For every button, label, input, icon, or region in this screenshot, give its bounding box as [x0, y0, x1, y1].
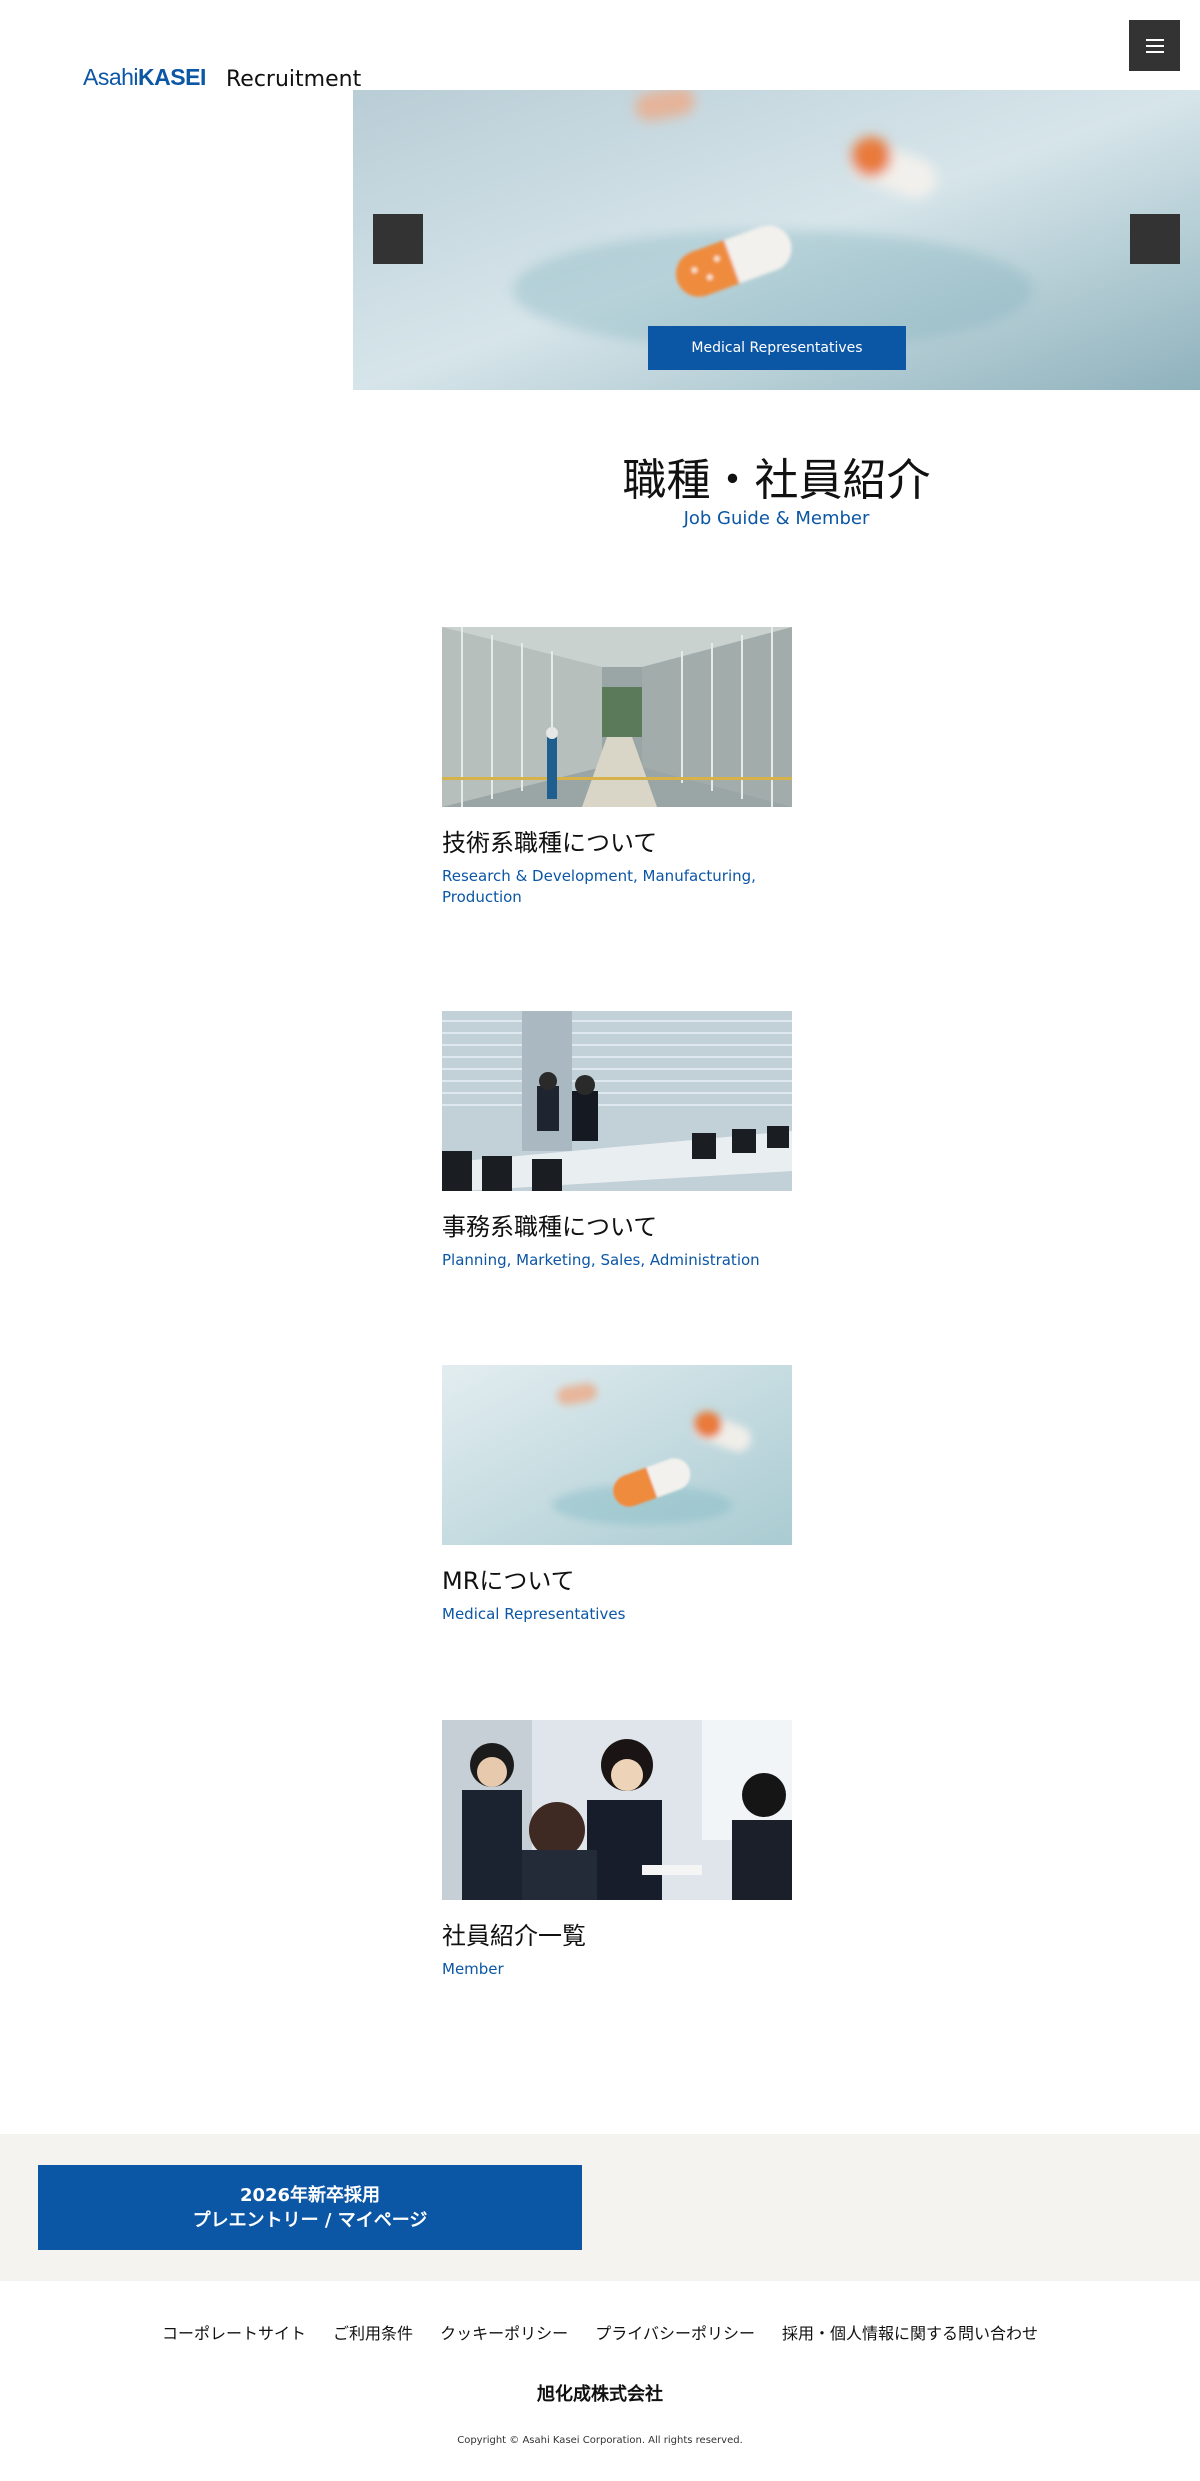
- card-member-list[interactable]: 社員紹介一覧 Member: [442, 1720, 792, 1980]
- card-subtitle: Medical Representatives: [442, 1605, 626, 1623]
- asahi-kasei-logo[interactable]: AsahiKASEI: [83, 64, 206, 91]
- card-title: MRについて: [442, 1567, 575, 1595]
- logo-text-kasei: KASEI: [138, 64, 206, 90]
- card-title: 技術系職種について: [442, 829, 658, 857]
- footer-links: コーポレートサイト ご利用条件 クッキーポリシー プライバシーポリシー 採用・個…: [0, 2320, 1200, 2344]
- copyright: Copyright © Asahi Kasei Corporation. All…: [457, 2435, 743, 2446]
- page-subtitle: Job Guide & Member: [683, 508, 870, 529]
- footer-link-cookie-policy[interactable]: クッキーポリシー: [440, 2324, 568, 2343]
- site-label: Recruitment: [226, 67, 362, 92]
- hero-caption-button[interactable]: Medical Representatives: [648, 326, 906, 370]
- menu-icon-bar: [1146, 51, 1164, 53]
- slider-next-button[interactable]: [1130, 214, 1180, 264]
- slider-prev-button[interactable]: [373, 214, 423, 264]
- pre-entry-mypage-button[interactable]: 2026年新卒採用 プレエントリー / マイページ: [38, 2165, 582, 2250]
- menu-icon-bar: [1146, 45, 1164, 47]
- meeting-room-photo: [442, 1011, 792, 1191]
- cta-line-2: プレエントリー / マイページ: [192, 2209, 428, 2231]
- card-subtitle: Research & Development, Manufacturing, P…: [442, 867, 756, 906]
- card-subtitle: Planning, Marketing, Sales, Administrati…: [442, 1251, 760, 1269]
- card-title: 事務系職種について: [442, 1213, 658, 1241]
- card-technical-jobs[interactable]: 技術系職種について Research & Development, Manufa…: [442, 627, 792, 908]
- footer-link-recruitment-inquiry[interactable]: 採用・個人情報に関する問い合わせ: [782, 2324, 1038, 2343]
- factory-photo: [442, 627, 792, 807]
- cta-line-1: 2026年新卒採用: [239, 2184, 381, 2206]
- footer-link-privacy-policy[interactable]: プライバシーポリシー: [595, 2324, 755, 2343]
- card-title: 社員紹介一覧: [442, 1922, 586, 1950]
- hamburger-menu-button[interactable]: [1129, 20, 1180, 71]
- page-title: 職種・社員紹介: [622, 455, 931, 506]
- card-subtitle: Member: [442, 1960, 504, 1978]
- footer-link-terms-of-use[interactable]: ご利用条件: [333, 2324, 413, 2343]
- footer-link-corporate-site[interactable]: コーポレートサイト: [162, 2324, 306, 2343]
- hero-slider: Medical Representatives: [353, 90, 1200, 390]
- card-mr[interactable]: MRについて Medical Representatives: [442, 1365, 792, 1625]
- card-administrative-jobs[interactable]: 事務系職種について Planning, Marketing, Sales, Ad…: [442, 1011, 792, 1271]
- company-name: 旭化成株式会社: [537, 2384, 663, 2405]
- logo-text-asahi: Asahi: [83, 64, 139, 90]
- capsule-photo: [442, 1365, 792, 1545]
- members-photo: [442, 1720, 792, 1900]
- cta-band: 2026年新卒採用 プレエントリー / マイページ: [0, 2134, 1200, 2281]
- menu-icon-bar: [1146, 39, 1164, 41]
